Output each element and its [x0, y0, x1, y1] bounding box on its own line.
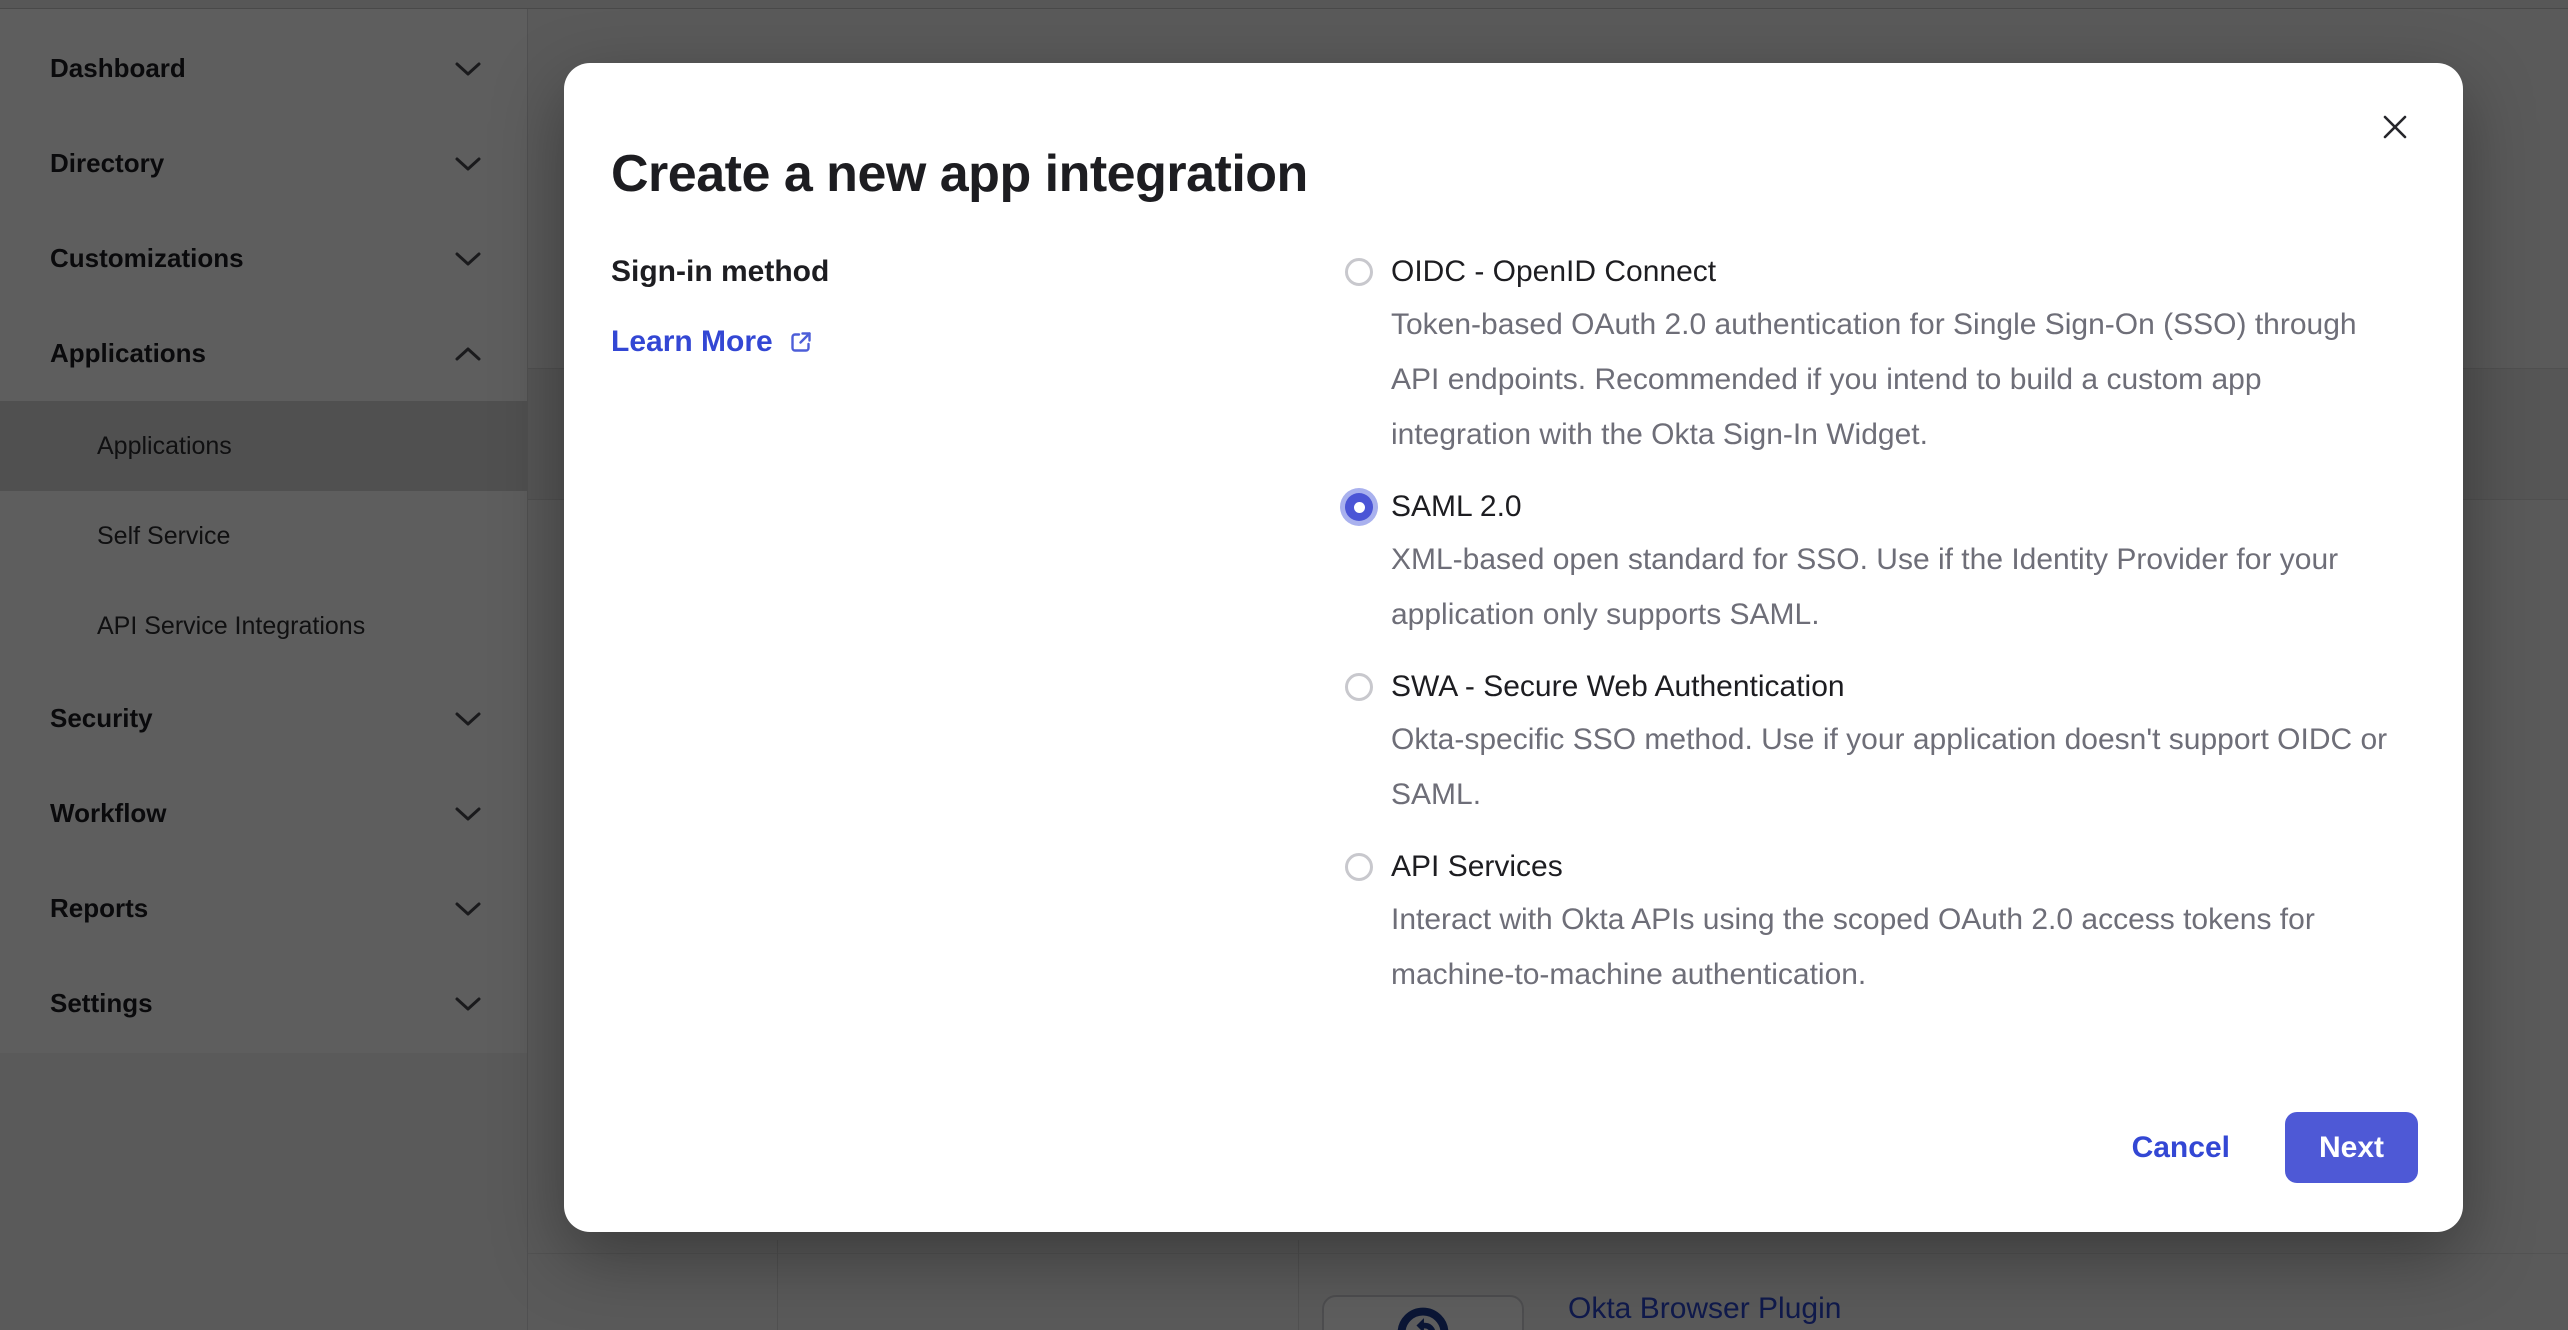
option-api-services[interactable]: API Services Interact with Okta APIs usi… — [1345, 850, 2415, 1002]
learn-more-link[interactable]: Learn More — [611, 325, 815, 359]
option-description: XML-based open standard for SSO. Use if … — [1391, 532, 2406, 642]
option-description: Interact with Okta APIs using the scoped… — [1391, 892, 2406, 1002]
create-app-integration-modal: Create a new app integration Sign-in met… — [564, 63, 2463, 1232]
option-label: API Services — [1391, 850, 2406, 884]
cancel-button[interactable]: Cancel — [2132, 1131, 2230, 1165]
option-text: API Services Interact with Okta APIs usi… — [1391, 850, 2406, 1002]
learn-more-label: Learn More — [611, 325, 773, 359]
option-text: OIDC - OpenID Connect Token-based OAuth … — [1391, 255, 2406, 462]
close-icon — [2377, 109, 2413, 145]
next-button[interactable]: Next — [2285, 1112, 2418, 1183]
option-label: SWA - Secure Web Authentication — [1391, 670, 2406, 704]
external-link-icon — [787, 328, 815, 356]
radio-api-services[interactable] — [1345, 853, 1373, 881]
option-label: SAML 2.0 — [1391, 490, 2406, 524]
option-text: SWA - Secure Web Authentication Okta-spe… — [1391, 670, 2406, 822]
modal-left-column: Sign-in method Learn More — [611, 255, 1345, 1030]
modal-title: Create a new app integration — [611, 145, 1308, 203]
modal-footer: Cancel Next — [2132, 1112, 2418, 1183]
close-button[interactable] — [2371, 103, 2419, 151]
radio-oidc[interactable] — [1345, 258, 1373, 286]
radio-swa[interactable] — [1345, 673, 1373, 701]
sign-in-method-label: Sign-in method — [611, 255, 1345, 289]
modal-body: Sign-in method Learn More OIDC - OpenID … — [611, 255, 2415, 1030]
option-description: Okta-specific SSO method. Use if your ap… — [1391, 712, 2406, 822]
okta-admin-screen: Dashboard Directory Customizations Appli… — [0, 0, 2568, 1330]
sign-in-method-options: OIDC - OpenID Connect Token-based OAuth … — [1345, 255, 2415, 1030]
option-description: Token-based OAuth 2.0 authentication for… — [1391, 297, 2406, 462]
option-label: OIDC - OpenID Connect — [1391, 255, 2406, 289]
option-swa[interactable]: SWA - Secure Web Authentication Okta-spe… — [1345, 670, 2415, 822]
option-text: SAML 2.0 XML-based open standard for SSO… — [1391, 490, 2406, 642]
radio-saml-selected[interactable] — [1345, 493, 1373, 521]
option-oidc[interactable]: OIDC - OpenID Connect Token-based OAuth … — [1345, 255, 2415, 462]
option-saml[interactable]: SAML 2.0 XML-based open standard for SSO… — [1345, 490, 2415, 642]
